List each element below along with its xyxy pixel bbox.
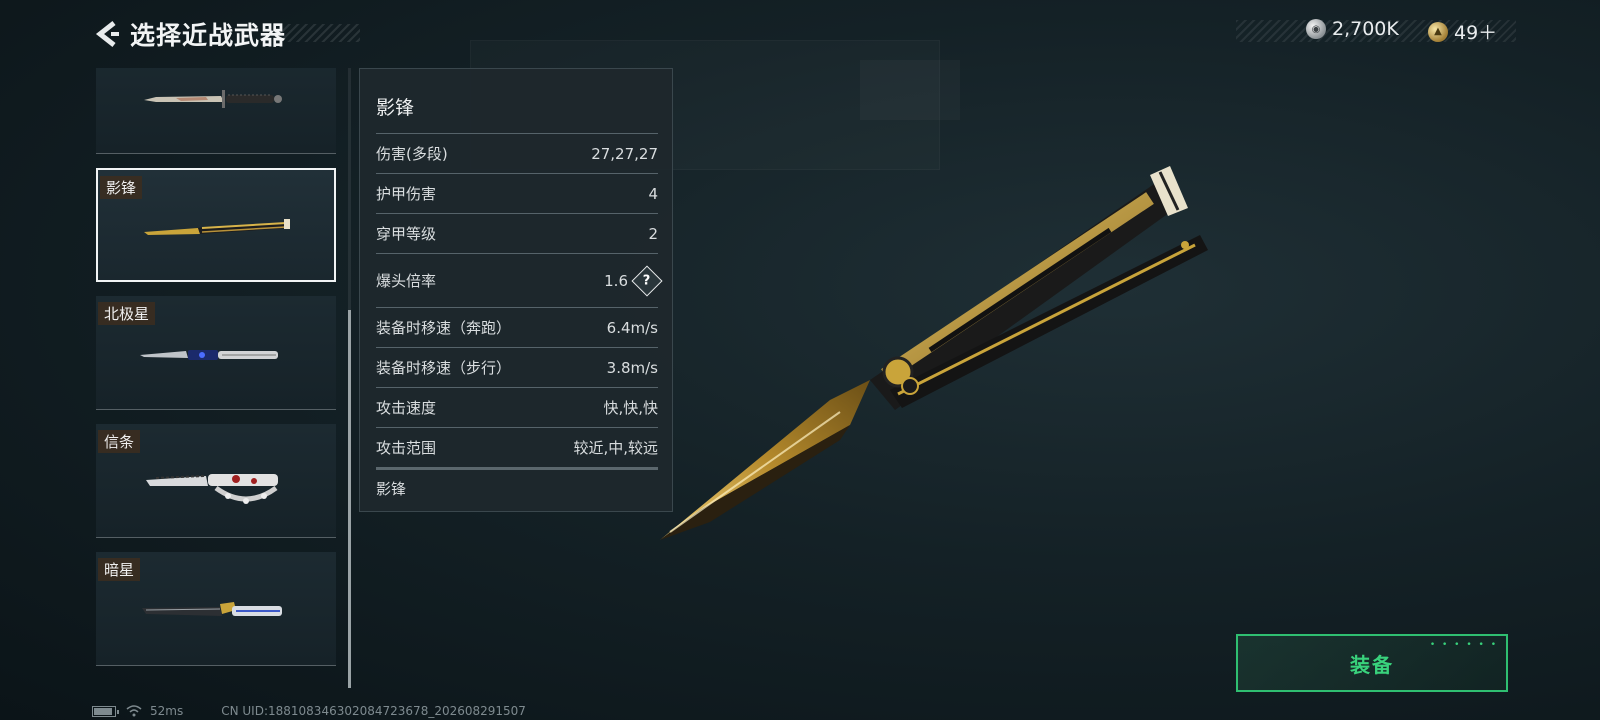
- wifi-icon: [126, 705, 142, 717]
- stats-footer: 影锋: [376, 467, 658, 507]
- weapon-card-combat-knife[interactable]: [96, 68, 336, 154]
- weapon-card-label: 北极星: [98, 302, 156, 325]
- stat-row-armor-damage: 护甲伤害 4: [376, 173, 658, 213]
- combat-knife-image: [144, 90, 282, 108]
- weapon-list[interactable]: 影锋 北极星 信条 暗星: [94, 68, 340, 678]
- stat-name: 装备时移速（奔跑）: [376, 319, 512, 337]
- equip-button-label: 装备: [1350, 652, 1394, 677]
- stat-row-run-speed: 装备时移速（奔跑） 6.4m/s: [376, 307, 658, 347]
- weapon-list-scrollbar[interactable]: [348, 310, 351, 688]
- stat-row-penetration: 穿甲等级 2: [376, 213, 658, 253]
- chevron-left-icon: [95, 21, 119, 47]
- stat-name: 装备时移速（步行）: [376, 359, 512, 377]
- page-title: 选择近战武器: [130, 21, 287, 50]
- beijixing-knife-image: [140, 350, 278, 360]
- currency-silver-value: 2,700K: [1332, 18, 1399, 40]
- stats-title: 影锋: [376, 97, 415, 119]
- title-decoration: [280, 24, 360, 42]
- stat-name: 攻击速度: [376, 399, 437, 417]
- stat-row-attack-speed: 攻击速度 快,快,快: [376, 387, 658, 427]
- gold-coin-icon: ▲: [1428, 21, 1448, 42]
- weapon-card-label: 暗星: [98, 558, 141, 581]
- weapon-card-xintiao[interactable]: 信条: [96, 424, 336, 538]
- background-panel-2: [860, 60, 960, 120]
- yingfeng-knife-image: [144, 219, 290, 235]
- weapon-preview-image[interactable]: [640, 150, 1240, 570]
- status-bar: 52ms CN UID:18810834630208472367​8_20260…: [92, 704, 526, 718]
- stat-name: 穿甲等级: [376, 225, 437, 243]
- uid-text: CN UID:18810834630208472367​8_2026082915…: [221, 704, 526, 718]
- stat-row-walk-speed: 装备时移速（步行） 3.8m/s: [376, 347, 658, 387]
- weapon-card-label: 影锋: [100, 176, 143, 199]
- stat-name: 攻击范围: [376, 439, 437, 457]
- ping-value: 52ms: [150, 704, 184, 718]
- stat-row-headshot: 爆头倍率 1.6 ?: [376, 253, 663, 307]
- equip-button[interactable]: • • • • • • 装备: [1236, 634, 1508, 692]
- silver-coin-icon: ◉: [1306, 19, 1326, 39]
- header: 选择近战武器: [92, 14, 360, 54]
- stat-row-attack-range: 攻击范围 较近,中,较远: [376, 427, 658, 467]
- weapon-card-label: 信条: [98, 430, 141, 453]
- stat-name: 护甲伤害: [376, 185, 437, 203]
- weapon-card-beijixing[interactable]: 北极星: [96, 296, 336, 410]
- weapon-card-yingfeng[interactable]: 影锋: [96, 168, 336, 282]
- equip-button-decoration: • • • • • •: [1429, 640, 1498, 650]
- stat-name: 爆头倍率: [376, 272, 437, 290]
- anxing-knife-image: [142, 602, 282, 616]
- stat-row-damage: 伤害(多段) 27,27,27: [376, 133, 658, 173]
- battery-icon: [92, 705, 119, 717]
- stat-name: 伤害(多段): [376, 145, 448, 163]
- currency-gold: ▲ 49＋: [1428, 18, 1497, 45]
- currency-silver: ◉ 2,700K: [1306, 18, 1399, 40]
- weapon-stats-panel: 影锋 伤害(多段) 27,27,27 护甲伤害 4 穿甲等级 2 爆头倍率 1.…: [359, 68, 673, 512]
- currency-gold-value: 49＋: [1454, 22, 1498, 44]
- back-button[interactable]: [92, 18, 122, 50]
- weapon-card-anxing[interactable]: 暗星: [96, 552, 336, 666]
- xintiao-knife-image: [146, 474, 278, 504]
- stat-value: 1.6: [604, 271, 628, 290]
